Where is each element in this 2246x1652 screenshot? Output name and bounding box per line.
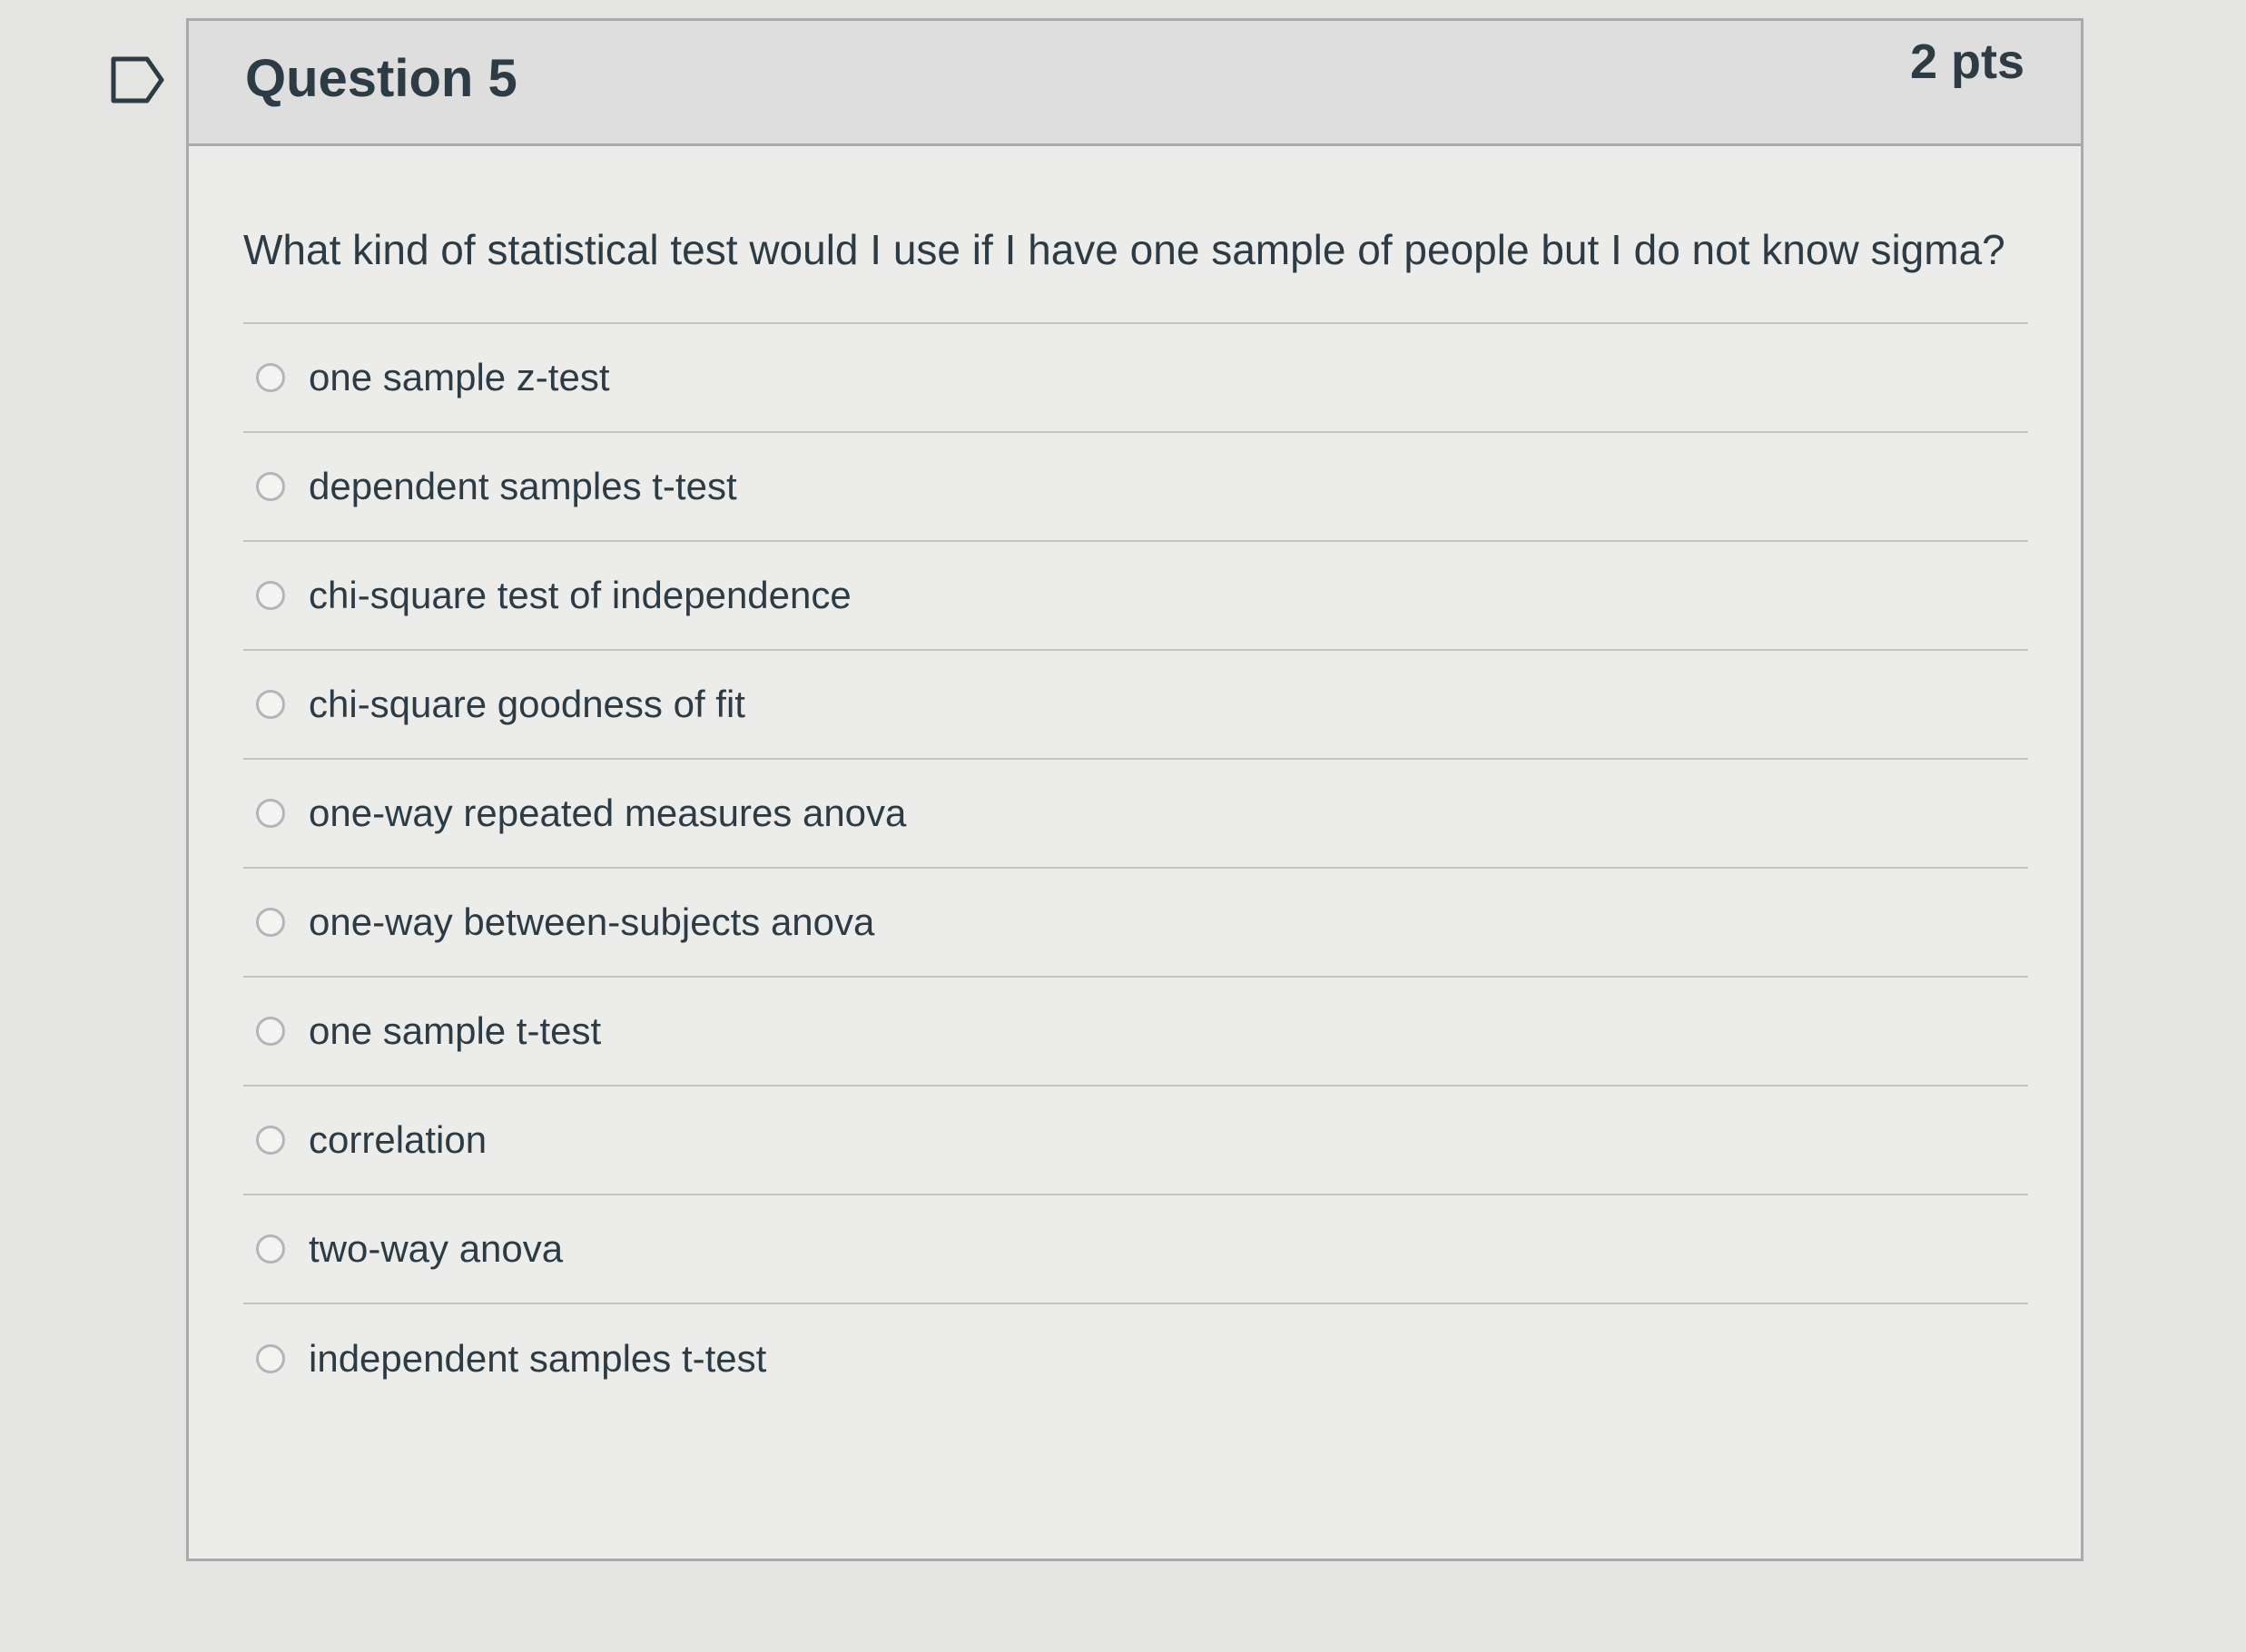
answer-option[interactable]: two-way anova <box>243 1195 2028 1304</box>
answer-list: one sample z-test dependent samples t-te… <box>243 322 2028 1413</box>
answer-option[interactable]: one-way between-subjects anova <box>243 869 2028 978</box>
answer-label[interactable]: two-way anova <box>309 1227 563 1271</box>
answer-option[interactable]: one-way repeated measures anova <box>243 760 2028 869</box>
question-body: What kind of statistical test would I us… <box>189 146 2081 1413</box>
answer-label[interactable]: dependent samples t-test <box>309 465 737 508</box>
radio-button[interactable] <box>256 1344 285 1373</box>
question-points: 2 pts <box>1909 34 2024 89</box>
answer-label[interactable]: chi-square test of independence <box>309 574 852 617</box>
answer-label[interactable]: one-way between-subjects anova <box>309 900 874 944</box>
answer-option[interactable]: correlation <box>243 1087 2028 1195</box>
radio-button[interactable] <box>256 690 285 719</box>
answer-label[interactable]: one-way repeated measures anova <box>309 792 906 835</box>
answer-option[interactable]: independent samples t-test <box>243 1304 2028 1413</box>
answer-option[interactable]: one sample z-test <box>243 324 2028 433</box>
question-text: What kind of statistical test would I us… <box>243 226 2005 273</box>
answer-label[interactable]: correlation <box>309 1118 487 1162</box>
answer-label[interactable]: chi-square goodness of fit <box>309 683 745 726</box>
radio-button[interactable] <box>256 363 285 392</box>
answer-option[interactable]: chi-square test of independence <box>243 542 2028 651</box>
flag-question-icon[interactable] <box>111 56 165 103</box>
radio-button[interactable] <box>256 581 285 610</box>
answer-option[interactable]: chi-square goodness of fit <box>243 651 2028 760</box>
radio-button[interactable] <box>256 1126 285 1155</box>
question-title: Question 5 <box>245 49 517 108</box>
answer-label[interactable]: one sample t-test <box>309 1009 601 1053</box>
radio-button[interactable] <box>256 1234 285 1264</box>
radio-button[interactable] <box>256 472 285 501</box>
answer-label[interactable]: one sample z-test <box>309 356 610 399</box>
answer-option[interactable]: one sample t-test <box>243 978 2028 1087</box>
question-card: Question 5 2 pts What kind of statistica… <box>186 18 2083 1561</box>
radio-button[interactable] <box>256 1017 285 1046</box>
answer-option[interactable]: dependent samples t-test <box>243 433 2028 542</box>
radio-button[interactable] <box>256 799 285 828</box>
question-header: Question 5 2 pts <box>189 21 2081 146</box>
radio-button[interactable] <box>256 908 285 937</box>
answer-label[interactable]: independent samples t-test <box>309 1337 766 1381</box>
